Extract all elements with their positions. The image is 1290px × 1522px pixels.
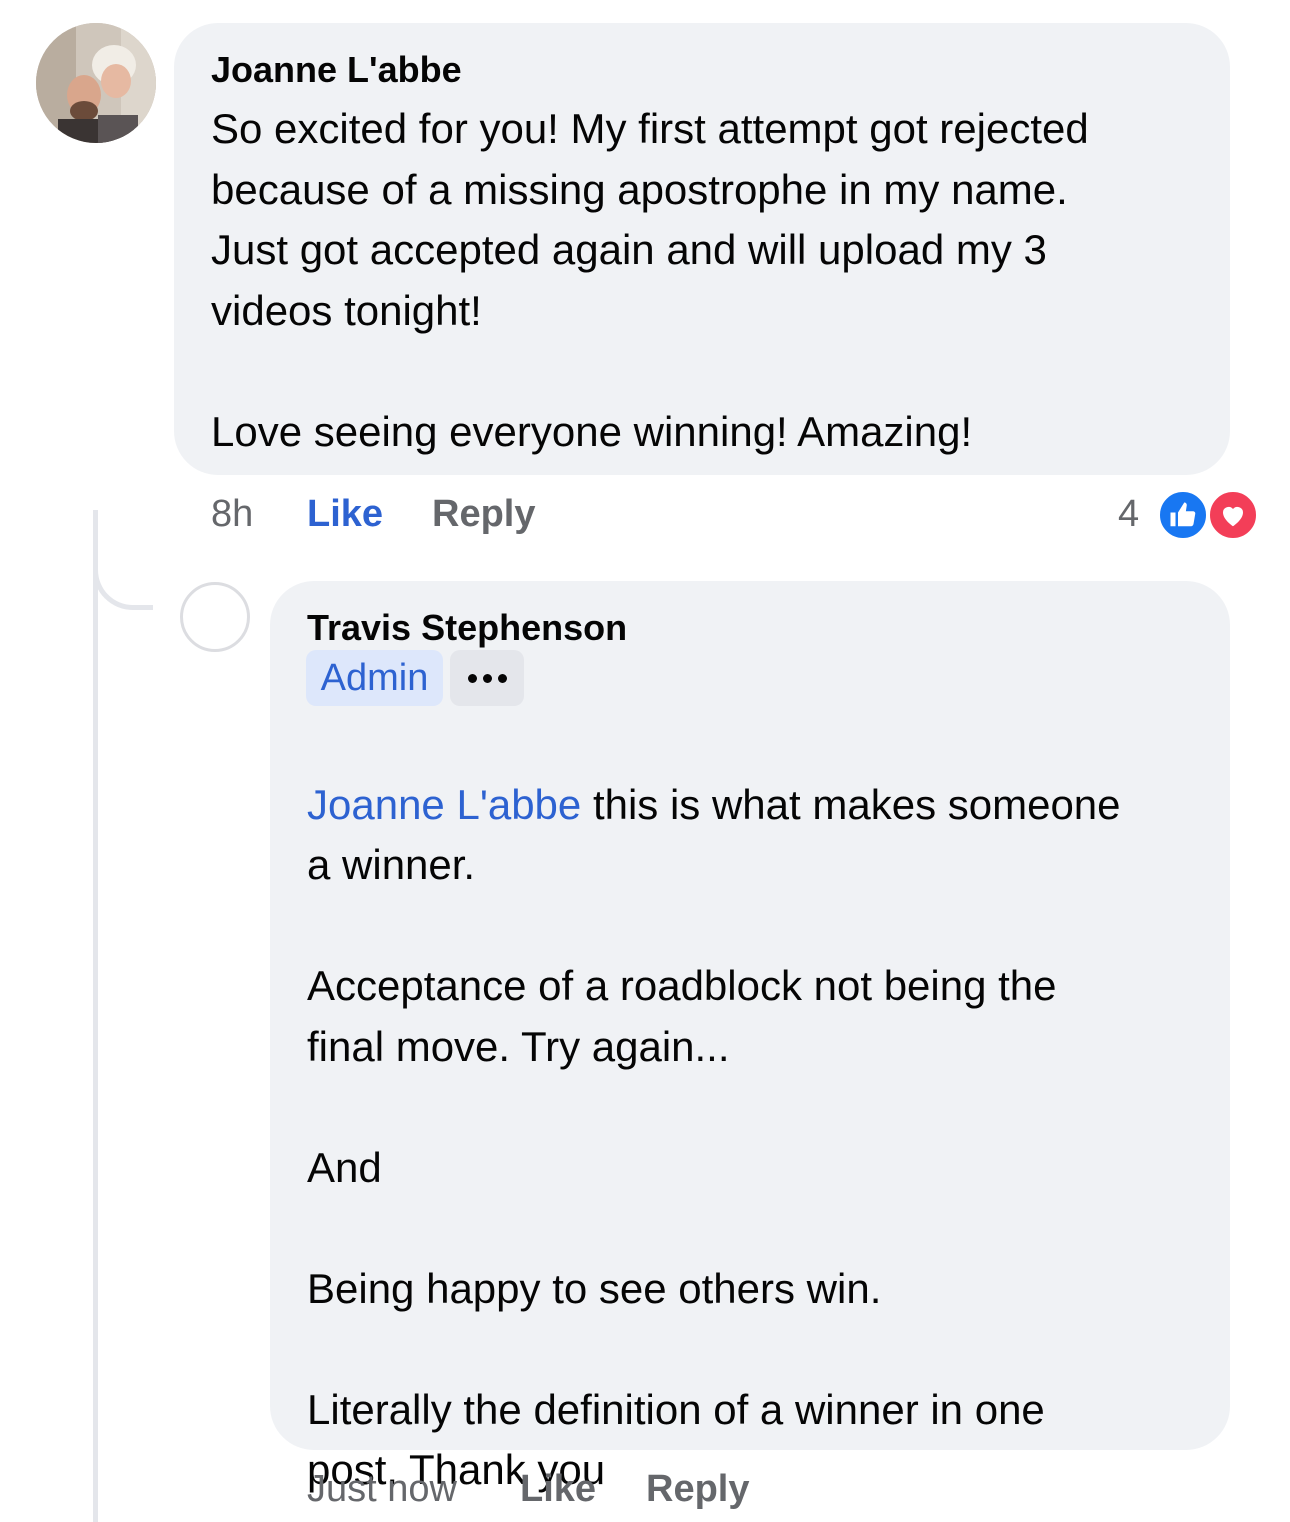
comment-time[interactable]: 8h xyxy=(211,492,253,536)
reply-like-button[interactable]: Like xyxy=(520,1467,596,1511)
comment-text: So excited for you! My first attempt got… xyxy=(211,105,1089,455)
reply-time[interactable]: Just now xyxy=(307,1467,457,1511)
avatar-photo xyxy=(36,23,156,143)
reply-author[interactable]: Travis Stephenson xyxy=(307,607,627,649)
reply-text-rest: a winner. Acceptance of a roadblock not … xyxy=(307,841,1057,1493)
mention-link[interactable]: Joanne L'abbe xyxy=(307,781,581,828)
reply-avatar[interactable] xyxy=(180,582,250,652)
reply-reply-button[interactable]: Reply xyxy=(646,1467,749,1511)
love-icon[interactable] xyxy=(1207,489,1259,541)
like-icon[interactable] xyxy=(1157,489,1209,541)
more-icon[interactable] xyxy=(450,650,524,706)
reply-text: Joanne L'abbe this is what makes someone… xyxy=(307,714,1217,1501)
admin-badge[interactable]: Admin xyxy=(306,650,443,706)
comment-reply-button[interactable]: Reply xyxy=(432,492,535,536)
reaction-count[interactable]: 4 xyxy=(1118,492,1139,536)
comment-author[interactable]: Joanne L'abbe xyxy=(211,49,462,91)
comment-like-button[interactable]: Like xyxy=(307,492,383,536)
reply-text-first-line: this is what makes someone xyxy=(581,780,1121,828)
thread-branch xyxy=(93,560,153,610)
thread-line xyxy=(93,510,98,1522)
commenter-avatar[interactable] xyxy=(36,23,156,143)
